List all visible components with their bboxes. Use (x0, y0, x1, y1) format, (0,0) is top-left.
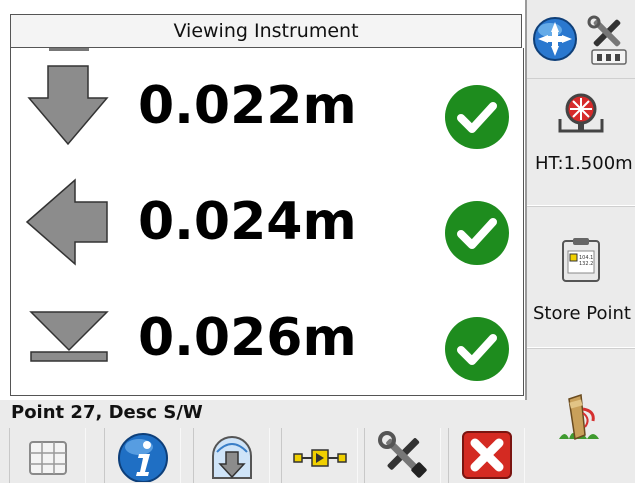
measurement-value-down: 0.022m (138, 76, 357, 136)
compass-globe-icon (533, 17, 577, 61)
stakeout-map-button[interactable] (193, 428, 270, 483)
main-view: Viewing Instrument 0.022m 0.024m 0.026m (0, 0, 527, 400)
target-height-button[interactable]: HT:1.500m (527, 78, 635, 206)
scroll-remnant (49, 48, 89, 51)
info-icon (117, 433, 168, 482)
settings-tools-icon (377, 431, 427, 478)
measurement-row-left: 0.024m (11, 172, 523, 272)
store-point-button[interactable]: 104.1 132.2 Store Point (527, 206, 635, 348)
target-height-label: HT:1.500m (535, 153, 633, 174)
navigation-button[interactable] (529, 8, 581, 70)
status-bar: Point 27, Desc S/W (0, 400, 527, 428)
fence-connect-icon (292, 449, 347, 467)
stake-button[interactable] (527, 348, 635, 483)
point-status-text: Point 27, Desc S/W (11, 402, 203, 423)
measurement-panel: 0.022m 0.024m 0.026m (10, 48, 524, 396)
bottom-toolbar (0, 428, 527, 483)
store-point-label: Store Point (533, 303, 631, 324)
instrument-tools-icon (587, 15, 627, 65)
instrument-settings-button[interactable] (584, 8, 634, 70)
info-button[interactable] (104, 428, 181, 483)
down-arrow-icon (27, 65, 109, 146)
measurement-row-down: 0.022m (11, 56, 523, 156)
prism-target-icon (558, 93, 604, 133)
sidebar-top-buttons (527, 0, 635, 78)
check-ok-icon (445, 85, 509, 149)
measurement-row-vertical: 0.026m (11, 288, 523, 388)
left-arrow-icon (25, 178, 108, 266)
measurement-value-vertical: 0.026m (138, 308, 357, 368)
window-title: Viewing Instrument (10, 14, 522, 48)
grid-button[interactable] (9, 428, 86, 483)
survey-stake-icon (559, 393, 599, 441)
check-ok-icon (445, 317, 509, 381)
clipboard-line-2: 132.2 (579, 261, 593, 267)
close-icon (461, 431, 512, 479)
clipboard-icon: 104.1 132.2 (562, 238, 600, 282)
close-button[interactable] (448, 428, 525, 483)
check-ok-icon (445, 201, 509, 265)
map-stakeout-icon (211, 436, 252, 479)
tools-button[interactable] (364, 428, 441, 483)
measurement-value-left: 0.024m (138, 192, 357, 252)
fill-cut-down-icon (29, 311, 109, 362)
grid-icon (28, 441, 67, 475)
right-sidebar: HT:1.500m 104.1 132.2 Store Point (527, 0, 635, 483)
connect-button[interactable] (281, 428, 358, 483)
